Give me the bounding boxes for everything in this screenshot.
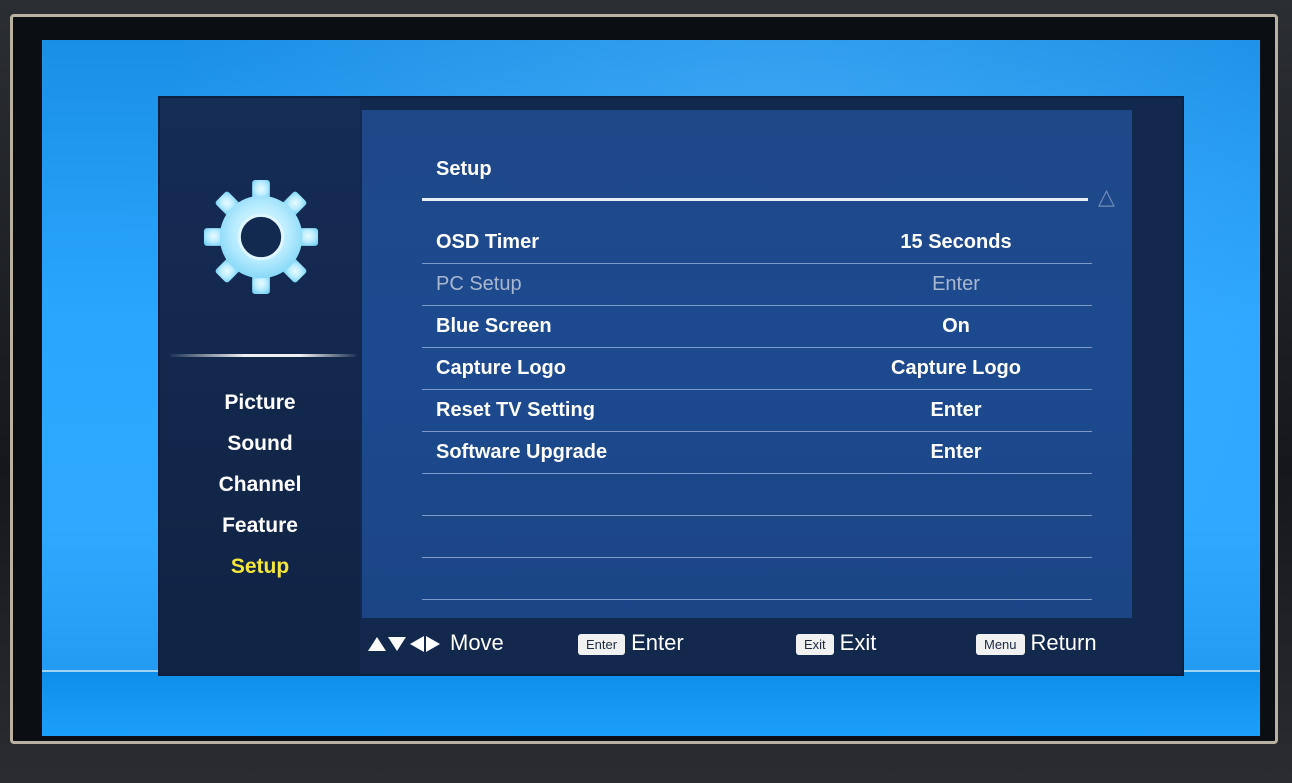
sidebar-divider bbox=[170, 354, 356, 357]
setting-value: Enter bbox=[930, 399, 982, 421]
exit-key-badge: Exit bbox=[796, 633, 834, 655]
setting-label: PC Setup bbox=[436, 273, 522, 295]
setting-row-empty bbox=[422, 558, 1092, 600]
tv-bezel: Picture Sound Channel Feature Setup Setu… bbox=[0, 0, 1292, 783]
osd-menu: Picture Sound Channel Feature Setup Setu… bbox=[160, 98, 1182, 674]
setting-value: Capture Logo bbox=[891, 357, 1021, 379]
tv-screen: Picture Sound Channel Feature Setup Setu… bbox=[42, 40, 1260, 736]
setting-value: On bbox=[942, 315, 970, 337]
scroll-indicator-icon: △ bbox=[1098, 184, 1115, 209]
panel-title: Setup bbox=[436, 158, 492, 180]
setting-label: Capture Logo bbox=[436, 357, 566, 379]
enter-key-badge: Enter bbox=[578, 633, 626, 655]
setting-row-osd-timer[interactable]: OSD Timer 15 Seconds bbox=[422, 222, 1092, 264]
setting-value: 15 Seconds bbox=[900, 231, 1012, 253]
sidebar-item-picture[interactable]: Picture bbox=[160, 382, 360, 423]
hint-move-label: Move bbox=[450, 630, 504, 655]
title-divider bbox=[422, 198, 1088, 201]
gear-icon bbox=[203, 179, 319, 295]
setting-row-blue-screen[interactable]: Blue Screen On bbox=[422, 306, 1092, 348]
screen-bottom-band bbox=[42, 670, 1260, 736]
setting-row-pc-setup: PC Setup Enter bbox=[422, 264, 1092, 306]
setting-row-empty bbox=[422, 474, 1092, 516]
key-hint-bar: Move Enter Enter Exit Exit Menu Return bbox=[362, 618, 1182, 672]
menu-key-badge: Menu bbox=[976, 633, 1025, 655]
hint-return-label: Return bbox=[1030, 630, 1097, 655]
setting-row-empty bbox=[422, 516, 1092, 558]
sidebar-item-channel[interactable]: Channel bbox=[160, 464, 360, 505]
setting-row-capture-logo[interactable]: Capture Logo Capture Logo bbox=[422, 348, 1092, 390]
hint-move: Move bbox=[366, 630, 504, 656]
setting-row-reset-tv-setting[interactable]: Reset TV Setting Enter bbox=[422, 390, 1092, 432]
hint-return: Menu Return bbox=[976, 630, 1097, 656]
setting-label: Reset TV Setting bbox=[436, 399, 595, 421]
hint-enter-label: Enter bbox=[631, 630, 684, 655]
settings-list: OSD Timer 15 Seconds PC Setup Enter Blue… bbox=[422, 222, 1092, 600]
hint-exit: Exit Exit bbox=[796, 630, 876, 656]
setting-label: Software Upgrade bbox=[436, 441, 608, 463]
hint-exit-label: Exit bbox=[839, 630, 877, 655]
sidebar-item-feature[interactable]: Feature bbox=[160, 505, 360, 546]
osd-sidebar: Picture Sound Channel Feature Setup bbox=[160, 98, 360, 674]
setting-row-software-upgrade[interactable]: Software Upgrade Enter bbox=[422, 432, 1092, 474]
sidebar-item-sound[interactable]: Sound bbox=[160, 423, 360, 464]
setting-label: Blue Screen bbox=[436, 315, 552, 337]
hint-enter: Enter Enter bbox=[578, 630, 684, 656]
sidebar-item-setup[interactable]: Setup bbox=[160, 546, 360, 587]
setting-label: OSD Timer bbox=[436, 231, 539, 253]
arrow-keys-icon bbox=[368, 636, 440, 653]
setup-panel: Setup △ OSD Timer 15 Seconds PC Setup En… bbox=[362, 110, 1132, 618]
sidebar-nav: Picture Sound Channel Feature Setup bbox=[160, 382, 360, 587]
setting-value: Enter bbox=[932, 273, 980, 295]
setting-value: Enter bbox=[930, 441, 982, 463]
